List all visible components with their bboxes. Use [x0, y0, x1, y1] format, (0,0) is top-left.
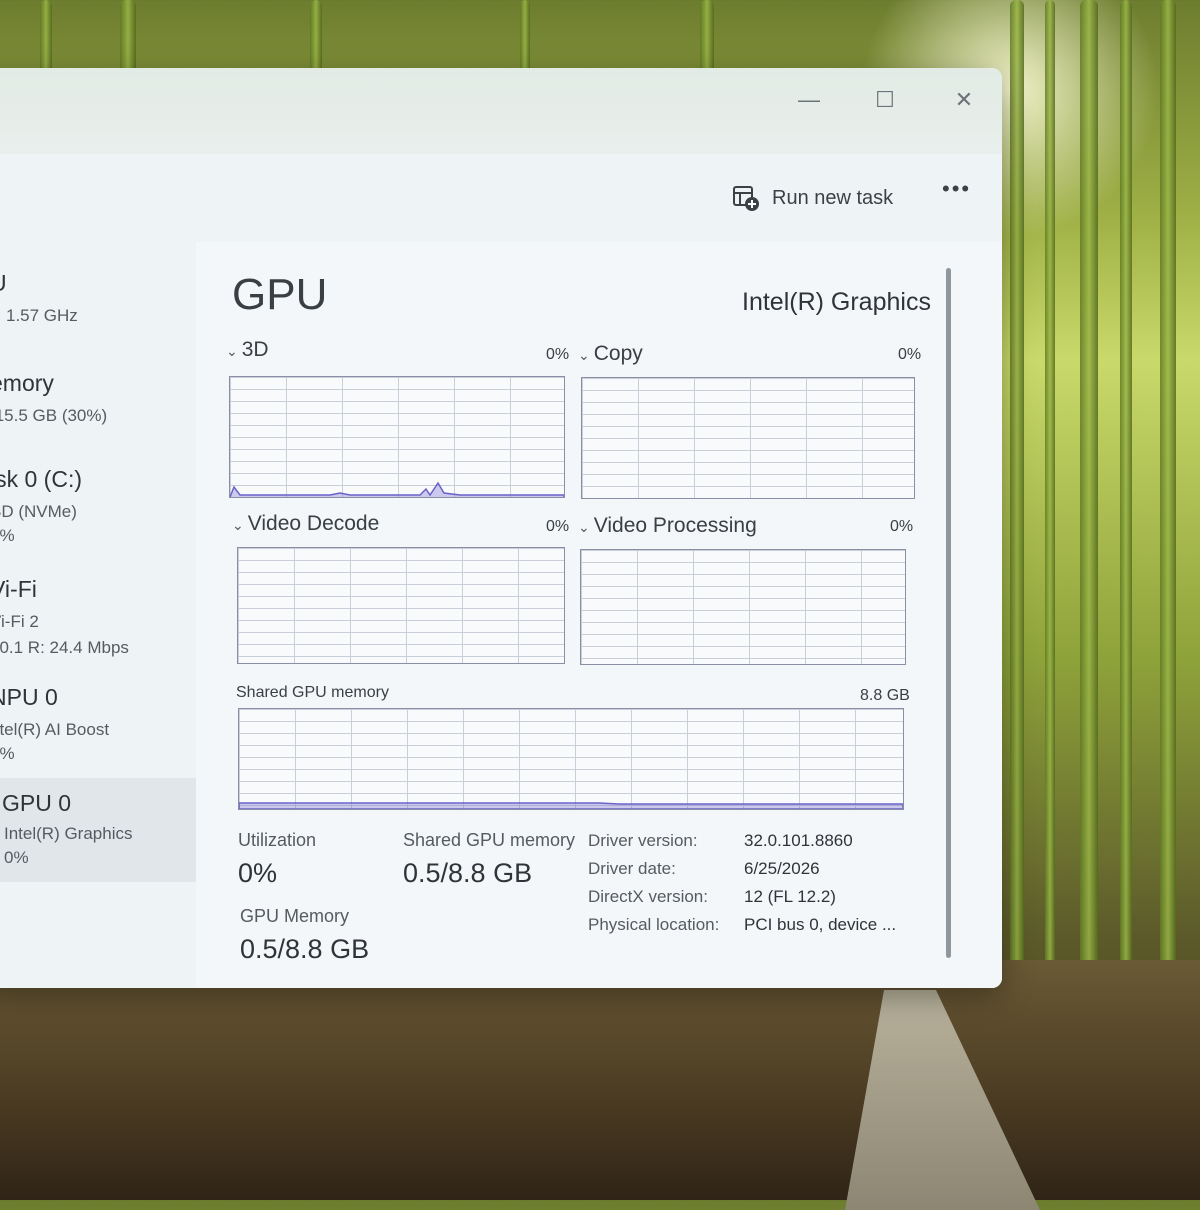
engine-selector-3d[interactable]: ⌄ 3D [226, 338, 269, 362]
info-key: Physical location: [588, 915, 720, 934]
bamboo-stalk [1120, 0, 1132, 1000]
sidebar-item-detail: SD (NVMe) [0, 502, 77, 521]
shared-memory-graph-label: Shared GPU memory [236, 684, 389, 701]
shared-memory-value: 0.5/8.8 GB [403, 858, 533, 888]
gpu-device-name: Intel(R) Graphics [742, 288, 931, 316]
info-value: PCI bus 0, device ... [744, 915, 897, 934]
sidebar-item-usage: 0% [0, 526, 15, 545]
ground [0, 960, 1200, 1200]
minimize-button[interactable]: — [787, 78, 831, 122]
info-value: 32.0.101.8860 [744, 831, 853, 850]
info-value: 6/25/2026 [744, 859, 820, 878]
engine-label: Copy [593, 342, 643, 365]
sidebar-item-detail: Intel(R) Graphics [4, 824, 133, 843]
engine-label: Video Decode [247, 512, 380, 535]
run-new-task-label: Run new task [772, 186, 894, 209]
engine-percent: 0% [898, 346, 922, 363]
sidebar-item-detail: 1.57 GHz [6, 306, 78, 325]
gpu-memory-label: GPU Memory [240, 906, 350, 926]
engine-selector-copy[interactable]: ⌄ Copy [578, 342, 643, 366]
sidebar-item-cpu[interactable]: U 1.57 GHz [0, 270, 196, 368]
sidebar-item-title: U [0, 270, 7, 297]
sidebar-item-detail: /15.5 GB (30%) [0, 406, 108, 425]
sidebar: U 1.57 GHz emory /15.5 GB (30%) isk 0 (C… [0, 242, 196, 988]
chevron-down-icon: ⌄ [578, 519, 590, 535]
sidebar-item-detail: Vi-Fi 2 [0, 612, 39, 631]
toolbar: Run new task ••• [0, 154, 1002, 242]
graph-video-decode [237, 547, 565, 664]
engine-percent: 0% [546, 518, 570, 535]
chevron-down-icon: ⌄ [578, 347, 590, 363]
bamboo-stalk [1160, 0, 1176, 1000]
bamboo-stalk [1080, 0, 1098, 1000]
bamboo-stalk [1045, 0, 1055, 1000]
info-key: DirectX version: [588, 887, 708, 906]
utilization-label: Utilization [238, 830, 317, 850]
engine-selector-video-processing[interactable]: ⌄ Video Processing [578, 514, 757, 538]
gpu-memory-value: 0.5/8.8 GB [240, 934, 370, 964]
shared-memory-label: Shared GPU memory [403, 830, 576, 850]
graph-shared-gpu-memory [238, 708, 904, 810]
scrollbar[interactable] [946, 268, 951, 958]
sidebar-item-usage: : 0.1 R: 24.4 Mbps [0, 638, 129, 657]
info-key: Driver version: [588, 831, 698, 850]
close-button[interactable]: ✕ [942, 78, 986, 122]
engine-percent: 0% [546, 346, 570, 363]
shared-memory-graph-max: 8.8 GB [860, 687, 910, 704]
chevron-down-icon: ⌄ [226, 343, 238, 359]
info-key: Driver date: [588, 859, 676, 878]
sidebar-item-usage: 0% [4, 848, 29, 867]
sidebar-item-disk[interactable]: isk 0 (C:) SD (NVMe) 0% [0, 466, 196, 564]
sidebar-item-title: GPU 0 [2, 790, 72, 816]
page-title: GPU [232, 270, 328, 319]
sidebar-item-wifi[interactable]: Vi-Fi Vi-Fi 2 : 0.1 R: 24.4 Mbps [0, 576, 196, 674]
sidebar-item-usage: 0% [0, 744, 15, 763]
run-new-task-button[interactable]: Run new task [732, 180, 893, 216]
bamboo-stalk [1010, 0, 1024, 1000]
sidebar-item-title: Vi-Fi [0, 576, 37, 602]
engine-selector-video-decode[interactable]: ⌄ Video Decode [232, 512, 379, 536]
graph-3d-line [230, 481, 564, 497]
chevron-down-icon: ⌄ [232, 517, 244, 533]
engine-label: 3D [241, 338, 269, 361]
graph-copy [581, 377, 915, 499]
sidebar-item-title: NPU 0 [0, 684, 58, 710]
sidebar-item-title: emory [0, 370, 54, 396]
maximize-button[interactable]: ☐ [863, 78, 907, 122]
graph-video-processing [580, 549, 906, 665]
title-bar[interactable]: — ☐ ✕ [0, 68, 1002, 154]
sidebar-item-gpu[interactable]: GPU 0 Intel(R) Graphics 0% [0, 778, 196, 882]
graph-3d [229, 376, 565, 498]
utilization-value: 0% [238, 858, 278, 888]
run-task-icon [733, 186, 759, 211]
sidebar-item-detail: ntel(R) AI Boost [0, 720, 110, 739]
graph-shared-memory-line [239, 802, 903, 809]
engine-label: Video Processing [593, 514, 757, 537]
engine-percent: 0% [890, 518, 914, 535]
sidebar-item-memory[interactable]: emory /15.5 GB (30%) [0, 370, 196, 468]
sidebar-item-npu[interactable]: NPU 0 ntel(R) AI Boost 0% [0, 684, 196, 782]
info-value: 12 (FL 12.2) [744, 887, 836, 906]
more-options-button[interactable]: ••• [942, 176, 971, 202]
sidebar-item-title: isk 0 (C:) [0, 466, 82, 492]
